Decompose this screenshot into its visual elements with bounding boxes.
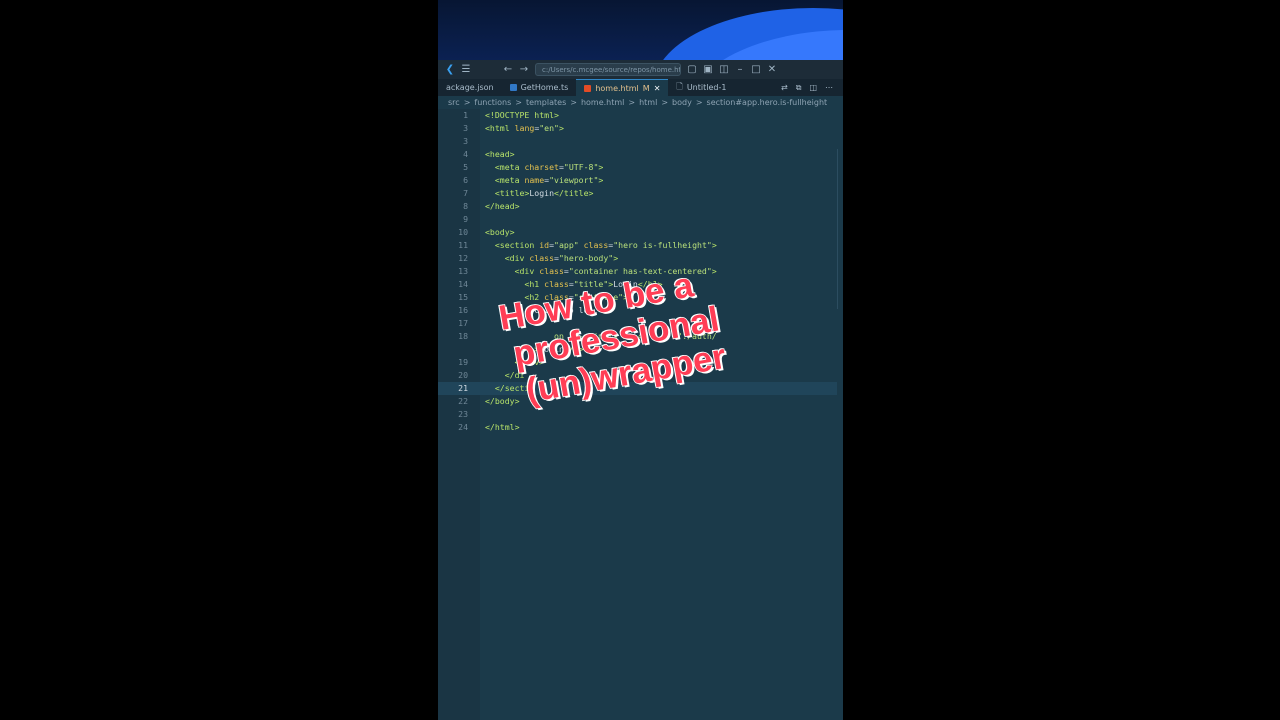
sidebar-icon[interactable]: ◫ (719, 64, 729, 75)
tab-gethome-ts[interactable]: GetHome.ts (502, 79, 577, 96)
code-text: <!DOCTYPE html> (485, 110, 559, 120)
breadcrumb-separator: > (695, 98, 703, 107)
code-line[interactable]: 5 <meta charset="UTF-8"> (463, 161, 837, 174)
command-center[interactable]: c:/Users/c.mcgee/source/repos/home.html (535, 63, 681, 76)
breadcrumb-separator: > (570, 98, 577, 107)
breadcrumb-separator: > (628, 98, 636, 107)
breadcrumb: src > functions > templates > home.html > html > b… (438, 96, 843, 109)
line-number: 22 (458, 396, 468, 406)
code-text: <head> (485, 149, 515, 159)
code-line[interactable]: 7 <title>Login</title> (463, 187, 837, 200)
back-arrow-icon[interactable]: ← (503, 64, 513, 75)
code-text: </html> (485, 422, 520, 432)
code-text: <meta charset="UTF-8"> (494, 162, 604, 172)
line-number: 17 (458, 318, 468, 328)
line-number: 4 (463, 149, 468, 159)
code-text: <html lang="en"> (485, 123, 564, 133)
html-file-icon (584, 84, 592, 92)
code-line[interactable]: 1 <!DOCTYPE html> (463, 109, 837, 122)
tab-actions: ⇄ ⧉ ◫ ⋯ (781, 79, 843, 96)
split-editor-icon[interactable]: ◫ (809, 83, 817, 92)
vscode-logo-icon: ❮ (445, 63, 455, 75)
code-text: <body> (485, 227, 515, 237)
breadcrumb-separator: > (515, 98, 522, 107)
line-number: 13 (458, 266, 468, 276)
tab-label: GetHome.ts (520, 83, 569, 92)
line-number: 24 (458, 422, 468, 432)
layout-icon[interactable]: ▢ (687, 64, 697, 75)
code-line[interactable]: 3 (463, 135, 837, 148)
forward-arrow-icon[interactable]: → (519, 64, 529, 75)
line-number: 14 (458, 279, 468, 289)
code-text: </head> (485, 201, 520, 211)
line-number: 18 (458, 331, 468, 341)
line-number: 16 (458, 305, 468, 315)
breadcrumb-item[interactable]: section#app.hero.is-fullheight (707, 98, 828, 107)
code-line[interactable]: 12 <div class="hero-body"> (458, 252, 837, 265)
line-number: 20 (458, 370, 468, 380)
compare-icon[interactable]: ⇄ (781, 83, 788, 92)
breadcrumb-item[interactable]: templates (526, 98, 566, 107)
line-number: 11 (458, 240, 468, 250)
desktop-wallpaper (438, 0, 843, 60)
breadcrumb-separator: > (463, 98, 471, 107)
title-bar: ❮ ☰ ← → c:/Users/c.mcgee/source/repos/ho… (438, 60, 843, 79)
scrollbar[interactable] (837, 149, 843, 309)
line-number: 21 (458, 383, 468, 393)
code-text: <meta name="viewport"> (494, 175, 604, 185)
more-actions-icon[interactable]: ⋯ (825, 83, 833, 92)
breadcrumb-item[interactable]: html (639, 98, 657, 107)
panel-icon[interactable]: ▣ (703, 64, 713, 75)
code-line[interactable]: 4 <head> (463, 148, 837, 161)
code-text: <section id="app" class="hero is-fullhei… (494, 240, 717, 250)
maximize-icon[interactable]: □ (751, 64, 761, 75)
line-number: 10 (458, 227, 468, 237)
code-line[interactable]: 6 <meta name="viewport"> (463, 174, 837, 187)
modified-badge: M (642, 83, 650, 93)
line-number: 6 (463, 175, 468, 185)
code-line[interactable]: 9 (463, 213, 837, 226)
line-number: 3 (463, 123, 468, 133)
line-number: 12 (458, 253, 468, 263)
close-tab-icon[interactable]: ✕ (654, 84, 661, 93)
code-text: <title>Login</title> (494, 188, 594, 198)
line-number: 9 (463, 214, 468, 224)
typescript-file-icon (509, 84, 517, 91)
code-line[interactable]: 3 <html lang="en"> (463, 122, 837, 135)
breadcrumb-item[interactable]: body (672, 98, 692, 107)
line-number: 15 (458, 292, 468, 302)
close-icon[interactable]: ✕ (767, 64, 777, 75)
menu-icon[interactable]: ☰ (461, 64, 471, 75)
code-text: <div class="hero-body"> (504, 253, 619, 263)
line-number: 1 (463, 110, 468, 120)
minimize-icon[interactable]: – (735, 64, 745, 75)
tab-untitled-1[interactable]: 🗋 Untitled-1 (668, 79, 734, 96)
tab-label: home.html (595, 83, 639, 93)
line-number: 8 (463, 201, 468, 211)
code-line[interactable]: 11 <section id="app" class="hero is-full… (458, 239, 837, 252)
breadcrumb-item[interactable]: functions (474, 98, 511, 107)
breadcrumb-item[interactable]: src (448, 98, 460, 107)
line-number: 3 (463, 136, 468, 146)
breadcrumb-item[interactable]: home.html (581, 98, 624, 107)
code-line[interactable]: 8 </head> (463, 200, 837, 213)
open-changes-icon[interactable]: ⧉ (796, 83, 802, 93)
editor-tab-bar: ackage.json GetHome.ts home.html M ✕ 🗋 U… (438, 79, 843, 96)
line-number: 19 (458, 357, 468, 367)
line-number: 23 (458, 409, 468, 419)
breadcrumb-separator: > (661, 98, 669, 107)
file-icon: 🗋 (676, 81, 683, 91)
line-number: 5 (463, 162, 468, 172)
tab-label: Untitled-1 (686, 83, 727, 92)
tab-package-json[interactable]: ackage.json (438, 79, 502, 96)
line-number: 7 (463, 188, 468, 198)
tab-home-html[interactable]: home.html M ✕ (576, 79, 669, 96)
code-line[interactable]: 10 <body> (458, 226, 837, 239)
tab-label: ackage.json (446, 83, 494, 92)
